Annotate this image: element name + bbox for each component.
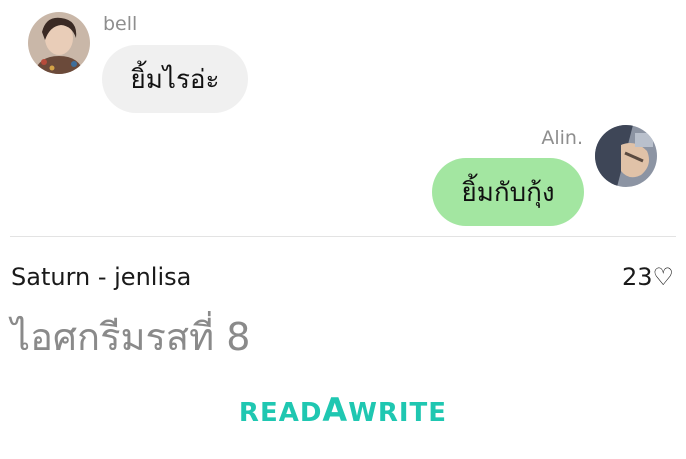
avatar-alin[interactable] bbox=[595, 125, 657, 187]
message-text: ยิ้มกับกุ้ง bbox=[461, 177, 555, 208]
message-bubble-left[interactable]: ยิ้มไรอ่ะ bbox=[102, 45, 248, 113]
logo-part-read: READ bbox=[238, 398, 323, 428]
readawrite-logo: READAWRITE bbox=[0, 391, 686, 429]
message-text: ยิ้มไรอ่ะ bbox=[130, 64, 220, 95]
divider bbox=[10, 236, 676, 237]
story-title[interactable]: Saturn - jenlisa bbox=[11, 263, 191, 291]
chapter-title[interactable]: ไอศกรีมรสที่ 8 bbox=[11, 306, 250, 367]
avatar-bell[interactable] bbox=[28, 12, 90, 74]
logo-part-a: A bbox=[322, 391, 349, 429]
sender-name: Alin. bbox=[541, 127, 583, 149]
like-count[interactable]: 23♡ bbox=[622, 263, 674, 291]
sender-name: bell bbox=[103, 13, 138, 35]
message-bubble-right[interactable]: ยิ้มกับกุ้ง bbox=[432, 158, 584, 226]
logo-part-write: WRITE bbox=[348, 398, 448, 428]
